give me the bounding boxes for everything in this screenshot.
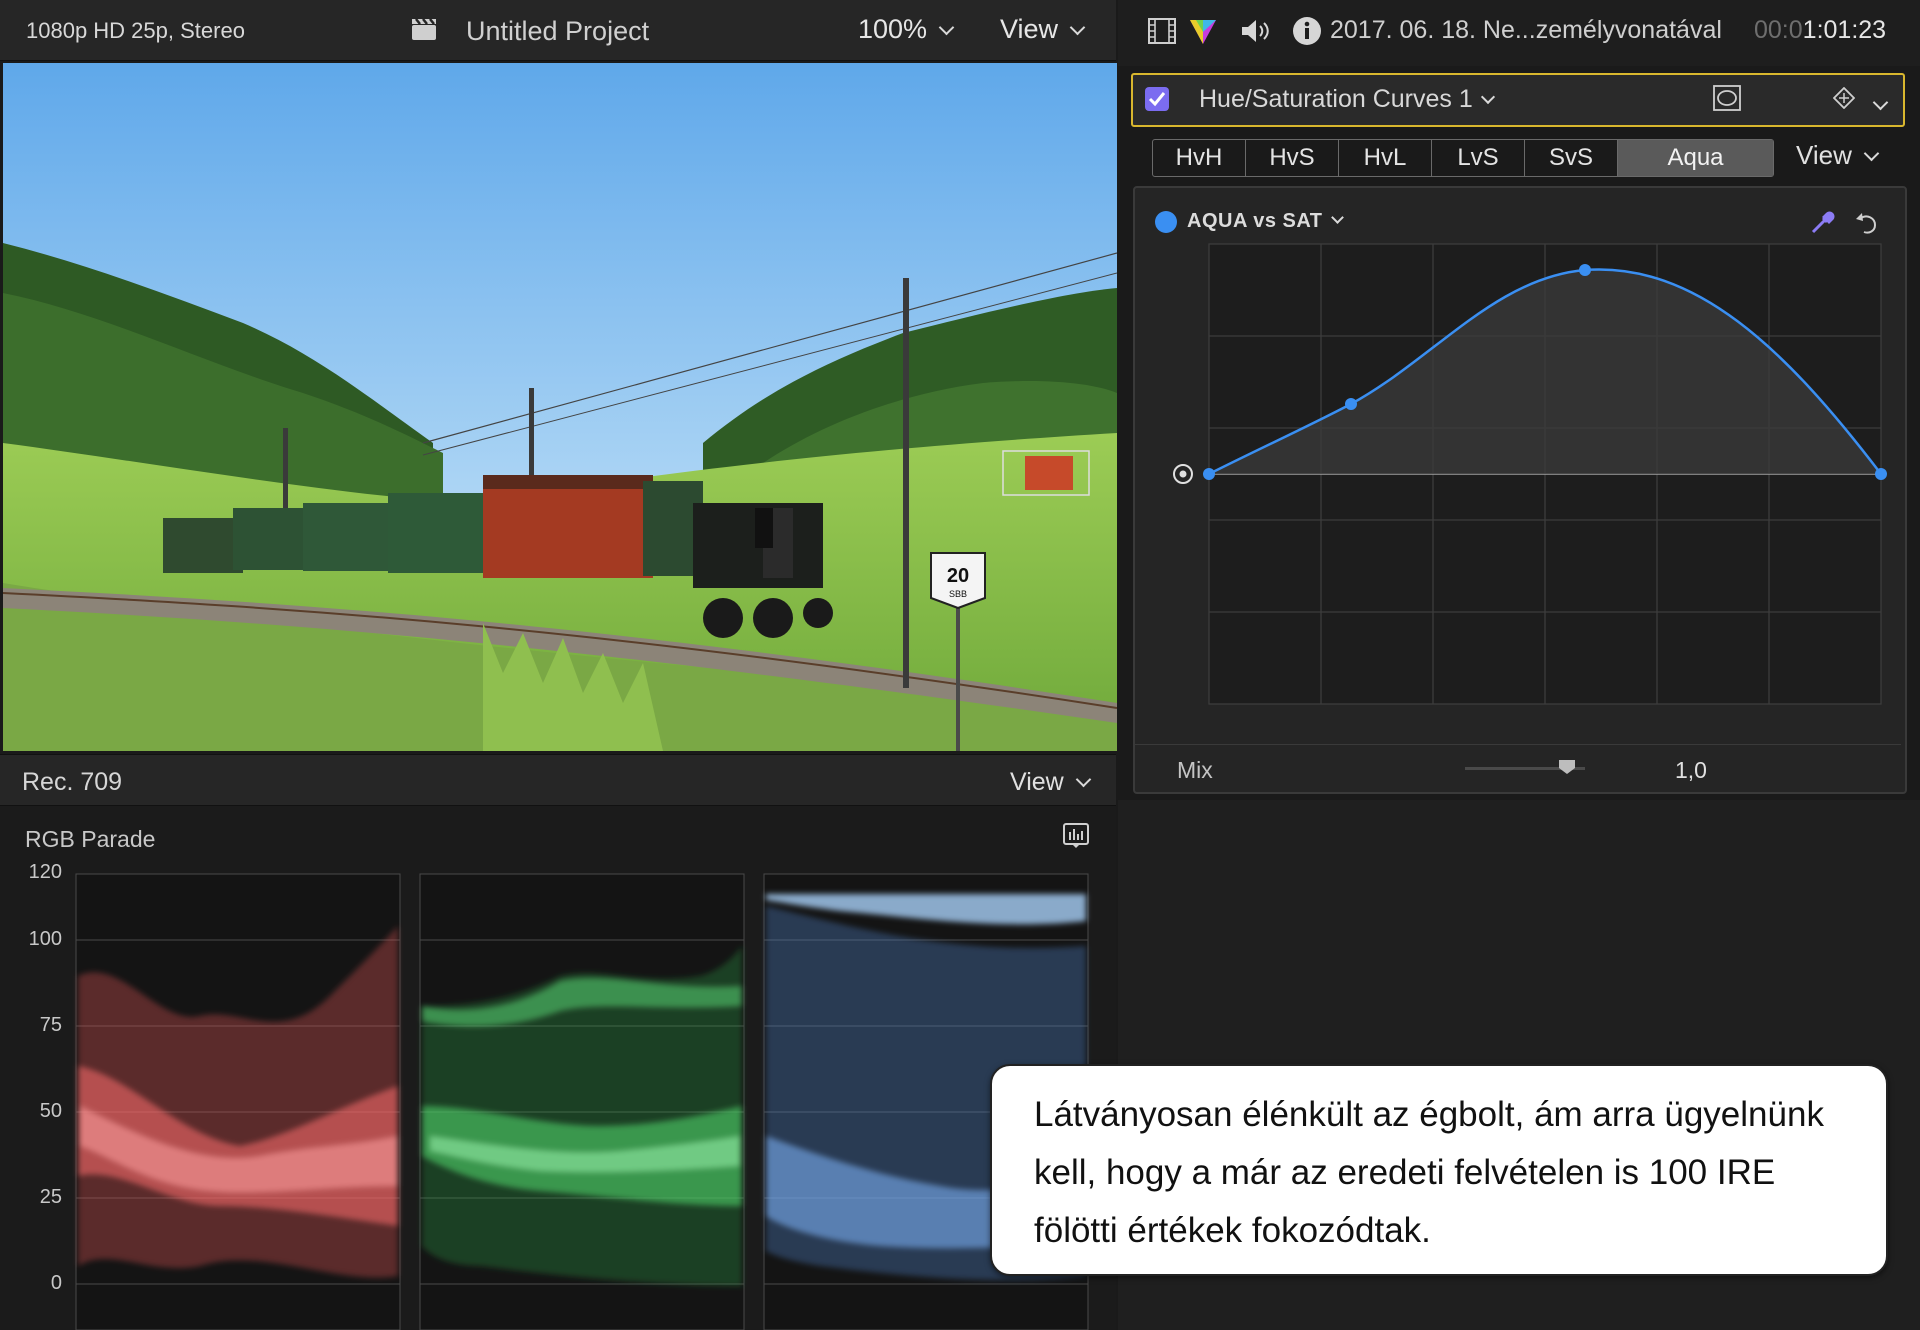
clapperboard-icon <box>412 18 436 40</box>
video-frame: 20 SBB <box>3 63 1117 751</box>
zoom-menu[interactable]: 100% <box>858 14 955 45</box>
view-label: View <box>1000 14 1059 44</box>
curve-tabs: HvH HvS HvL LvS SvS Aqua <box>1152 139 1774 177</box>
format-label: 1080p HD 25p, Stereo <box>26 18 245 43</box>
scope-header: Rec. 709 View <box>0 754 1116 806</box>
speaker-icon[interactable] <box>1240 18 1272 44</box>
tab-hvs[interactable]: HvS <box>1246 140 1339 176</box>
scopes-panel: RGB Parade 120 100 75 50 25 0 <box>0 806 1116 1330</box>
annotation-callout: Látványosan élénkült az égbolt, ám arra … <box>990 1064 1888 1276</box>
chevron-down-icon[interactable] <box>1872 94 1889 111</box>
aqua-vs-sat-curve-graph[interactable] <box>1135 188 1905 748</box>
view-label: View <box>1010 768 1064 796</box>
curve-point[interactable] <box>1345 398 1357 410</box>
chevron-down-icon <box>1863 145 1880 162</box>
viewer-view-menu[interactable]: View <box>1000 14 1086 45</box>
project-title: Untitled Project <box>466 16 650 46</box>
chevron-down-icon <box>938 19 955 36</box>
scope-view-menu[interactable]: View <box>1010 768 1092 797</box>
effect-name-menu[interactable]: Hue/Saturation Curves 1 <box>1199 85 1495 114</box>
zoom-value: 100% <box>858 14 928 44</box>
inspector-header: 2017. 06. 18. Ne...zemélyvonatával 00:01… <box>1118 0 1920 66</box>
timecode: 00:01:01:23 <box>1754 16 1886 45</box>
tab-hvl[interactable]: HvL <box>1339 140 1432 176</box>
chevron-down-icon <box>1075 771 1092 788</box>
tab-hvh[interactable]: HvH <box>1153 140 1246 176</box>
tab-lvs[interactable]: LvS <box>1432 140 1525 176</box>
mix-label: Mix <box>1177 757 1213 783</box>
rgb-parade-scope <box>75 873 1089 1330</box>
film-icon[interactable] <box>1148 18 1176 44</box>
view-label: View <box>1796 140 1852 170</box>
color-standard: Rec. 709 <box>22 768 123 796</box>
callout-text: Látványosan élénkült az égbolt, ám arra … <box>1034 1095 1824 1250</box>
curve-point[interactable] <box>1579 264 1591 276</box>
mix-slider-knob[interactable] <box>1558 759 1576 775</box>
checkmark-icon <box>1148 92 1166 107</box>
mask-icon[interactable] <box>1713 85 1741 111</box>
viewer-header: 1080p HD 25p, Stereo Untitled Project 10… <box>0 0 1116 61</box>
keyframe-icon[interactable] <box>1833 87 1855 109</box>
timecode-value: 1:01:23 <box>1802 16 1887 44</box>
info-icon[interactable] <box>1292 16 1322 46</box>
timecode-dim: 00:0 <box>1754 16 1803 44</box>
mix-row: Mix 1,0 <box>1135 744 1901 789</box>
tab-aqua[interactable]: Aqua <box>1618 140 1773 176</box>
effect-row[interactable]: Hue/Saturation Curves 1 <box>1131 73 1905 127</box>
chevron-down-icon <box>1480 89 1495 105</box>
speed-sign-number: 20 <box>947 565 969 587</box>
curve-point[interactable] <box>1203 468 1215 480</box>
curve-point[interactable] <box>1875 468 1887 480</box>
effect-enable-checkbox[interactable] <box>1145 87 1169 111</box>
video-viewer[interactable]: 20 SBB <box>3 63 1117 751</box>
curve-panel: AQUA vs SAT <box>1133 186 1907 794</box>
speed-sign-sub: SBB <box>949 589 967 599</box>
effect-name: Hue/Saturation Curves 1 <box>1199 85 1473 113</box>
mix-value[interactable]: 1,0 <box>1675 757 1707 784</box>
tab-svs[interactable]: SvS <box>1525 140 1618 176</box>
clip-name: 2017. 06. 18. Ne...zemélyvonatával <box>1330 16 1722 44</box>
curves-view-menu[interactable]: View <box>1796 140 1880 171</box>
chevron-down-icon <box>1069 19 1086 36</box>
color-inspector-icon[interactable] <box>1188 16 1218 46</box>
